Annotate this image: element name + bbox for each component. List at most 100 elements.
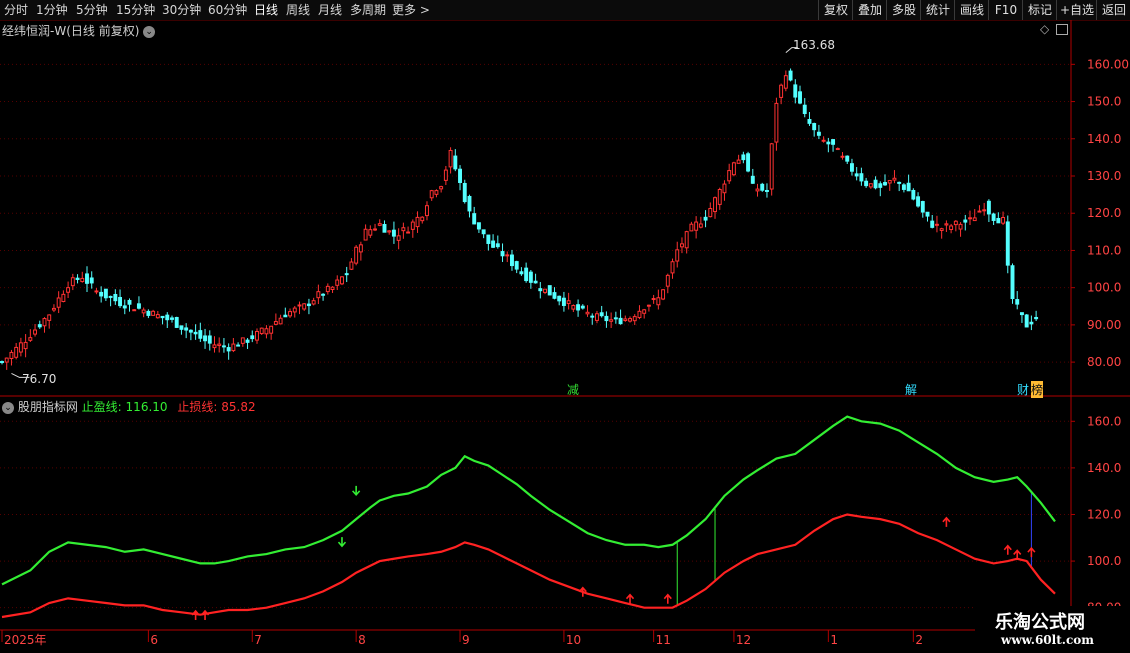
candle-body [505,254,510,257]
candle-body [188,329,193,333]
candle-body [61,293,66,303]
candle-body [297,304,302,307]
candle-body [656,297,661,306]
candle-body [958,223,963,230]
period-tab-2[interactable]: 5分钟 [76,2,108,18]
period-tab-5[interactable]: 60分钟 [208,2,247,18]
take-profit-line [1,415,1056,586]
candle-body [821,139,826,142]
toolbar-action-3[interactable]: 统计 [920,0,955,20]
event-marker-unlock[interactable]: 解 [905,381,917,398]
toolbar-action-2[interactable]: 多股 [886,0,921,20]
indicator-name[interactable]: 股朋指标网 [18,400,78,414]
main-panel-title: 经纬恒润-W(日线 前复权) [2,24,140,38]
candle-body [165,314,170,321]
candle-body [306,303,311,307]
period-tab-4[interactable]: 30分钟 [162,2,201,18]
candle-body [170,317,174,320]
candle-body [576,304,581,311]
period-tab-7[interactable]: 周线 [286,2,310,18]
event-marker-billboard[interactable]: 榜 [1031,381,1044,398]
candle-body [330,286,335,290]
candle-body [391,229,396,237]
period-tab-9[interactable]: 多周期 [350,2,386,18]
candle-body [316,291,321,299]
toolbar-action-4[interactable]: 画线 [954,0,989,20]
gear-icon[interactable]: ⌄ [2,401,14,414]
chevron-down-icon[interactable]: ⌄ [143,25,156,38]
period-tab-3[interactable]: 15分钟 [116,2,155,18]
candle-body [245,339,250,343]
candle-body [849,163,854,172]
candle-body [217,343,222,346]
candle-body [826,141,831,145]
watermark-url: www.60lt.com [1001,633,1094,647]
candle-body [717,189,722,205]
time-label: 8 [358,633,366,647]
candle-body [538,288,543,292]
candle-body [812,123,817,131]
toolbar-action-7[interactable]: +自选 [1056,0,1097,20]
candle-body [340,276,344,285]
period-tab-0[interactable]: 分时 [4,2,28,18]
candle-body [642,309,647,314]
candle-body [557,295,562,302]
candle-body [99,291,104,297]
candle-body [864,180,869,187]
candle-body [764,189,769,192]
main-tick-label: 160.00 [1087,57,1129,71]
indicator-grid [0,420,1071,609]
candle-body [802,104,807,115]
time-label: 1 [830,633,838,647]
toolbar-action-8[interactable]: 返回 [1096,0,1130,20]
candle-body [623,318,628,321]
time-label: 12 [736,633,751,647]
candle-body [736,159,741,164]
candle-body [151,310,156,316]
candle-body [944,223,949,226]
toolbar-action-1[interactable]: 叠加 [852,0,887,20]
period-tab-1[interactable]: 1分钟 [36,2,68,18]
toolbar-action-0[interactable]: 复权 [818,0,853,20]
candle-body [443,169,448,181]
candle-body [1015,299,1020,305]
candle-body [4,357,9,363]
candle-body [628,318,632,322]
candles [0,47,1039,378]
candle-body [278,317,283,325]
candle-body [613,317,618,320]
candle-body [991,213,996,221]
event-marker-reduce[interactable]: 减 [567,381,579,398]
candle-body [14,346,19,358]
event-marker-finance[interactable]: 财 [1017,381,1029,398]
candle-body [80,277,85,283]
candle-body [51,307,56,311]
candle-body [868,183,873,188]
candle-body [302,303,307,310]
chart-svg: 160.00 150.0 140.0 130.0 120.0 110.0 100.0 90.0… [0,20,1130,647]
main-tick-label: 130.0 [1087,169,1121,183]
toolbar-action-6[interactable]: 标记 [1022,0,1057,20]
candle-body [28,337,33,341]
toolbar-action-5[interactable]: F10 [988,0,1023,20]
candle-body [604,315,609,322]
candle-body [113,293,118,302]
candle-body [118,296,123,307]
period-tab-6[interactable]: 日线 [254,2,278,18]
diamond-icon[interactable]: ◇ [1040,22,1049,36]
candle-body [155,314,160,319]
candle-body [547,285,552,296]
period-tab-10[interactable]: 更多 > [392,2,430,18]
stop-loss-value: 85.82 [221,400,256,414]
candle-body [382,224,387,233]
candle-body [783,75,788,89]
period-tab-8[interactable]: 月线 [318,2,342,18]
candle-body [136,303,141,309]
candle-body [727,170,732,182]
candle-body [89,277,94,284]
candle-body [495,243,500,248]
candle-body [491,240,496,248]
indicator-lines [1,415,1056,620]
window-icon[interactable] [1056,24,1068,35]
main-tick-label: 150.0 [1087,95,1121,109]
